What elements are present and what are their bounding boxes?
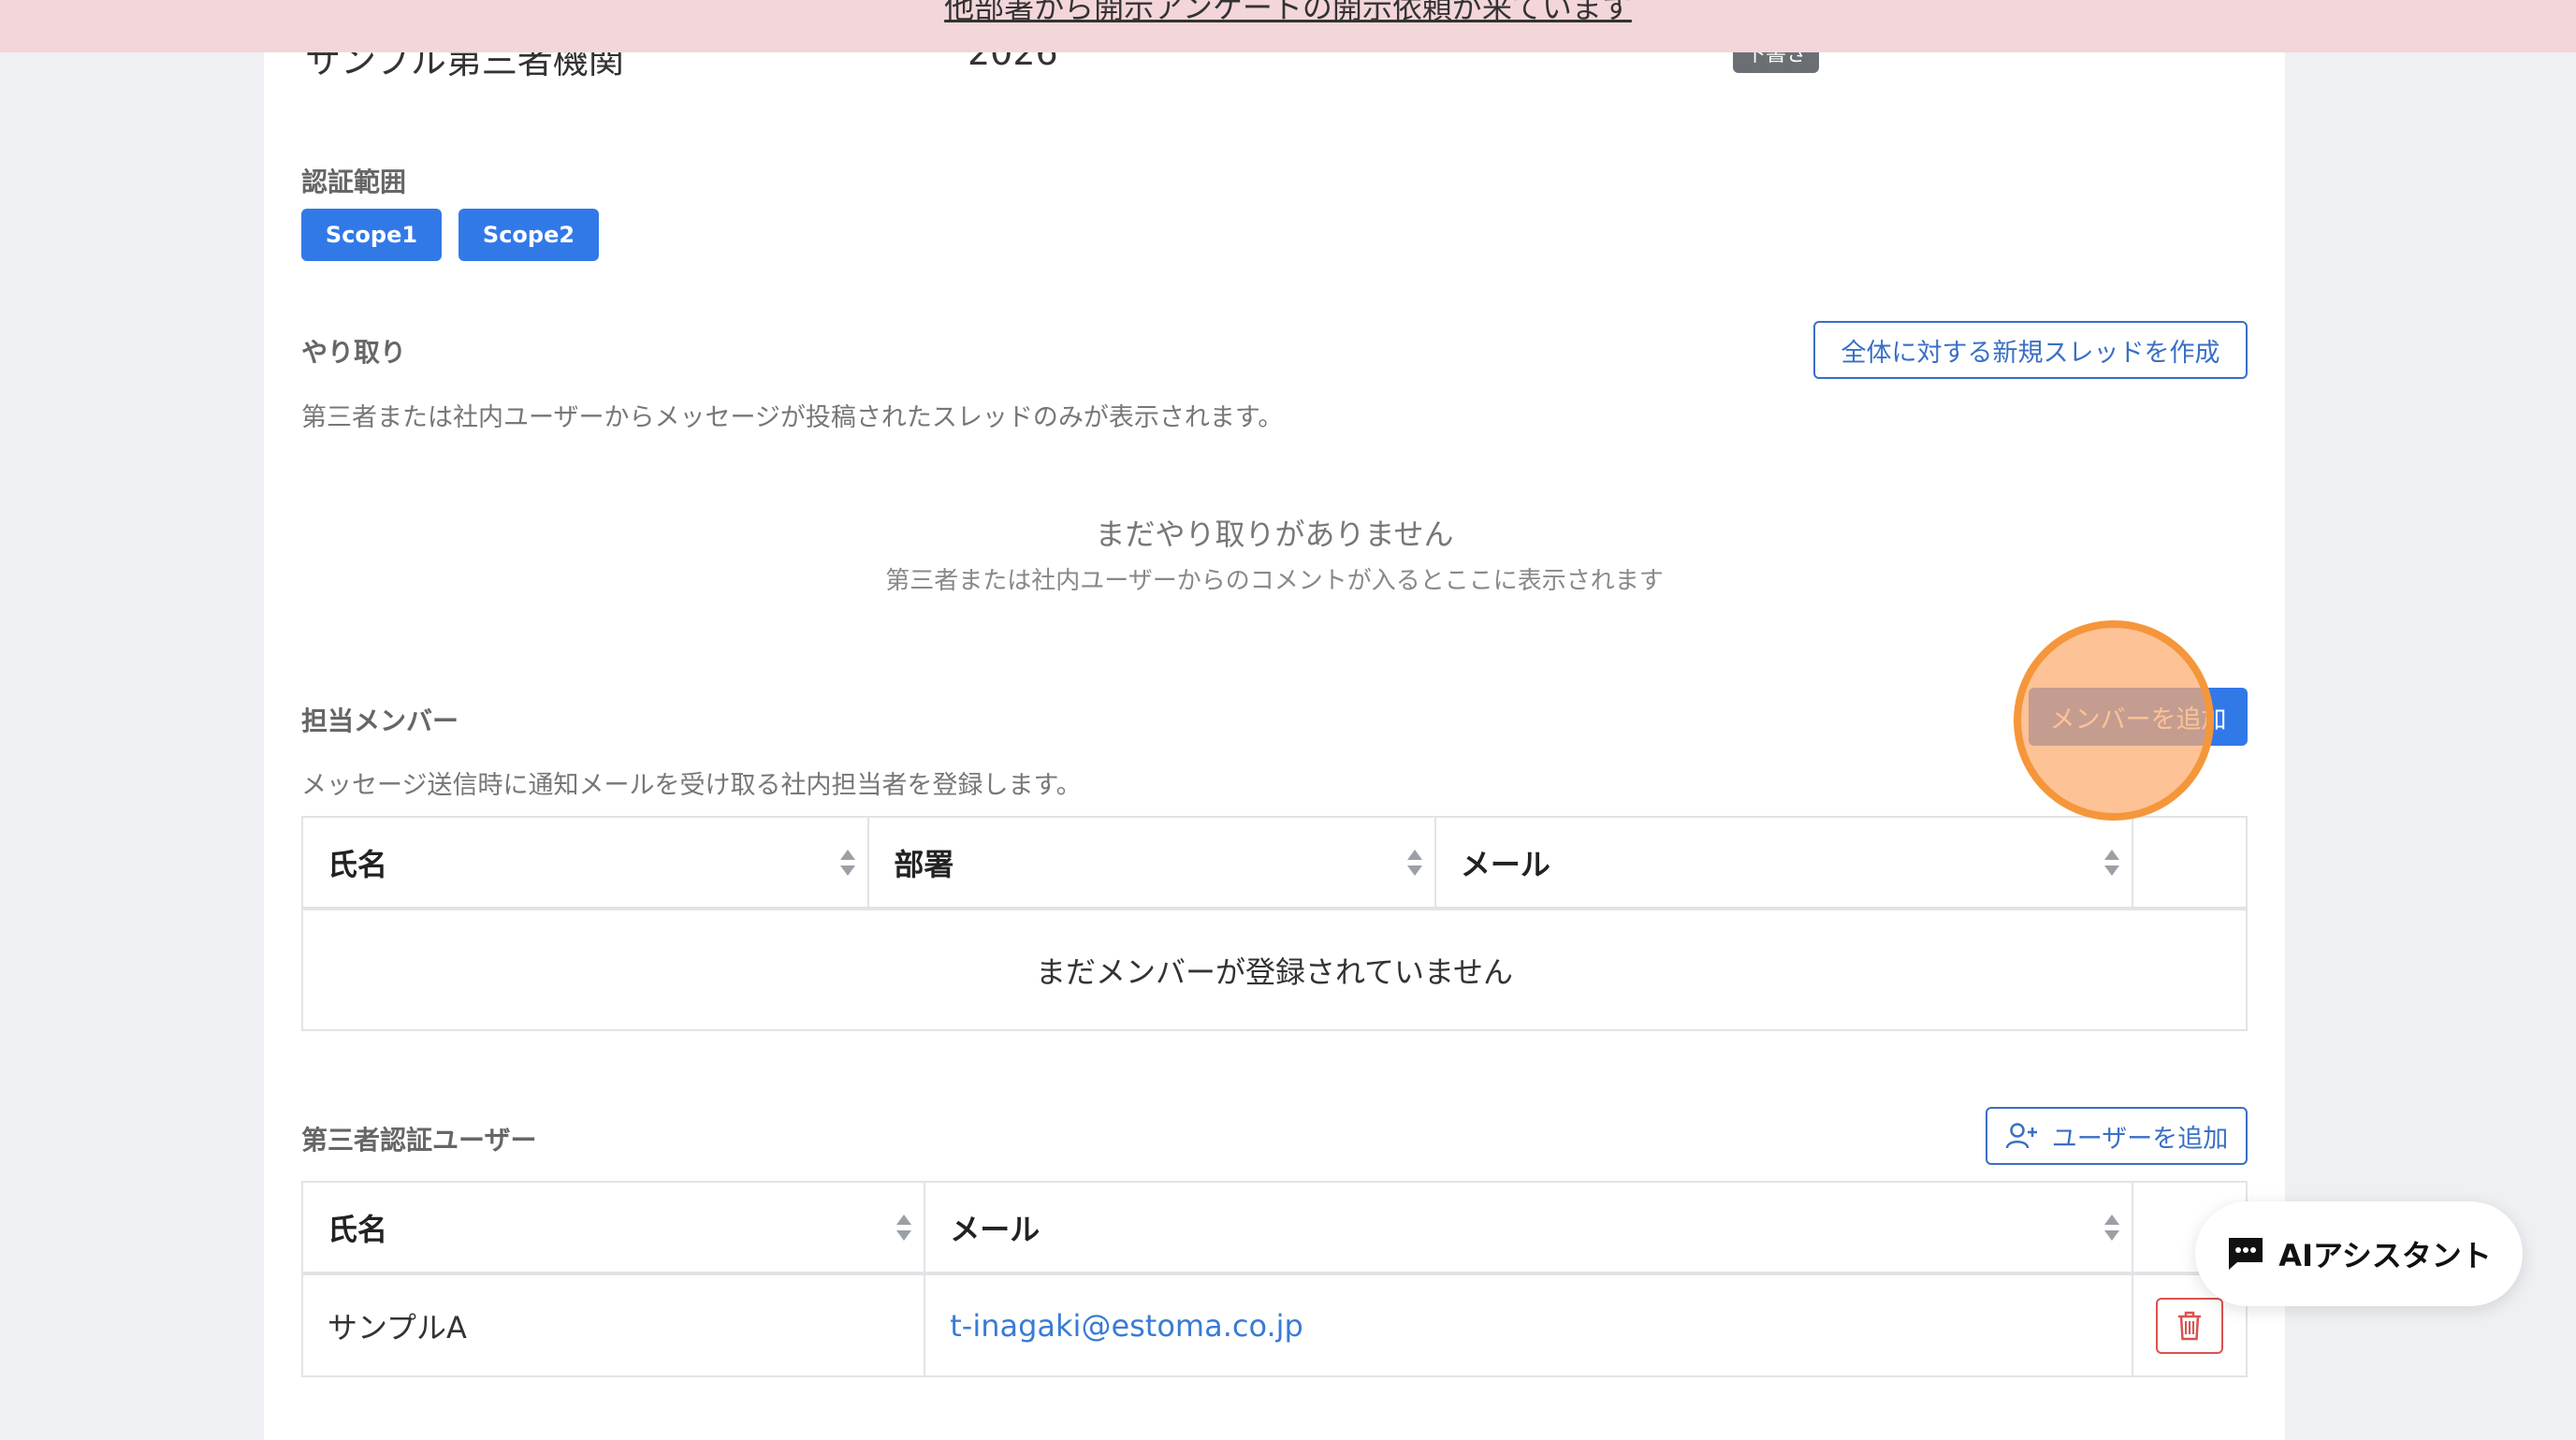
members-description: メッセージ送信時に通知メールを受け取る社内担当者を登録します。 — [301, 771, 1082, 800]
notice-banner: 他部署から開示アンケートの開示依頼が来ています — [0, 0, 2576, 52]
threads-label: やり取り — [301, 337, 407, 368]
scope-label: 認証範囲 — [301, 167, 407, 197]
chat-icon — [2229, 1238, 2263, 1270]
members-col-dept-label: 部署 — [894, 846, 954, 882]
table-row: サンプルA t-inagaki@estoma.co.jp — [300, 1273, 2248, 1377]
members-col-name-label: 氏名 — [327, 846, 388, 882]
third-party-users-label: 第三者認証ユーザー — [301, 1125, 537, 1156]
click-highlight-marker — [2014, 620, 2214, 821]
members-col-actions — [2132, 816, 2248, 909]
members-col-email[interactable]: メール — [1434, 816, 2134, 909]
sort-icon[interactable] — [895, 1213, 912, 1243]
members-table: 氏名 部署 メール まだメンバーが登録されていません — [300, 816, 2248, 1031]
sort-icon[interactable] — [1406, 848, 1423, 878]
ai-assistant-button[interactable]: AIアシスタント — [2195, 1201, 2523, 1306]
add-user-icon — [2005, 1123, 2037, 1149]
new-thread-button[interactable]: 全体に対する新規スレッドを作成 — [1813, 321, 2248, 379]
sort-icon[interactable] — [2103, 848, 2120, 878]
user-name: サンプルA — [300, 1273, 926, 1377]
add-user-button[interactable]: ユーザーを追加 — [1986, 1107, 2248, 1165]
members-empty-message: まだメンバーが登録されていません — [301, 908, 2248, 1031]
members-col-dept[interactable]: 部署 — [867, 816, 1436, 909]
sort-icon[interactable] — [839, 848, 856, 878]
add-user-label: ユーザーを追加 — [2051, 1124, 2229, 1154]
threads-description: 第三者または社内ユーザーからメッセージが投稿されたスレッドのみが表示されます。 — [301, 403, 1284, 432]
users-col-name-label: 氏名 — [327, 1211, 388, 1247]
threads-empty-title: まだやり取りがありません — [1095, 516, 1454, 552]
threads-empty-subtitle: 第三者または社内ユーザーからのコメントが入るとここに表示されます — [885, 567, 1664, 595]
users-col-email[interactable]: メール — [924, 1181, 2134, 1274]
ai-assistant-label: AIアシスタント — [2278, 1238, 2492, 1273]
users-col-email-label: メール — [950, 1211, 1041, 1247]
scope-tag-1[interactable]: Scope1 — [301, 209, 442, 261]
members-col-email-label: メール — [1460, 846, 1550, 882]
members-col-name[interactable]: 氏名 — [300, 816, 870, 909]
user-email-link[interactable]: t-inagaki@estoma.co.jp — [950, 1308, 1303, 1344]
main-panel: サンプル第三者機関 2026 下書き 認証範囲 Scope1 Scope2 やり… — [264, 0, 2285, 1440]
sort-icon[interactable] — [2103, 1213, 2120, 1243]
third-party-users-table: 氏名 メール サンプルA t-inagaki@estoma.co.jp — [300, 1181, 2248, 1377]
notice-banner-link[interactable]: 他部署から開示アンケートの開示依頼が来ています — [944, 0, 1632, 34]
trash-icon — [2178, 1311, 2202, 1340]
members-label: 担当メンバー — [301, 705, 459, 736]
users-col-name[interactable]: 氏名 — [300, 1181, 926, 1274]
scope-tag-2[interactable]: Scope2 — [458, 209, 599, 261]
delete-user-button[interactable] — [2156, 1297, 2224, 1354]
